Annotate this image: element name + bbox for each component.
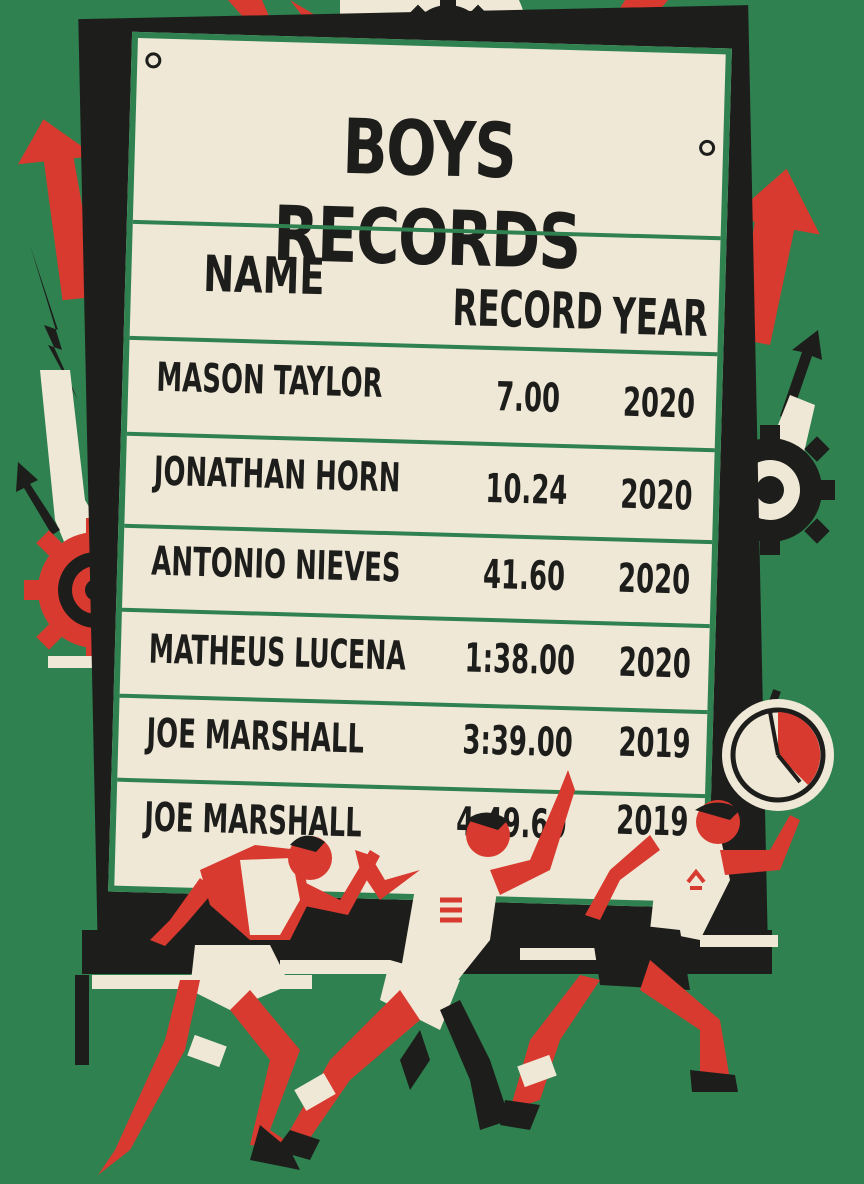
runner-left [98, 835, 380, 1175]
records-poster: BOYS RECORDS NAME RECORD YEAR MASON TAYL… [0, 0, 864, 1184]
foreground-scene [75, 689, 834, 1175]
stopwatch-icon [722, 689, 834, 811]
